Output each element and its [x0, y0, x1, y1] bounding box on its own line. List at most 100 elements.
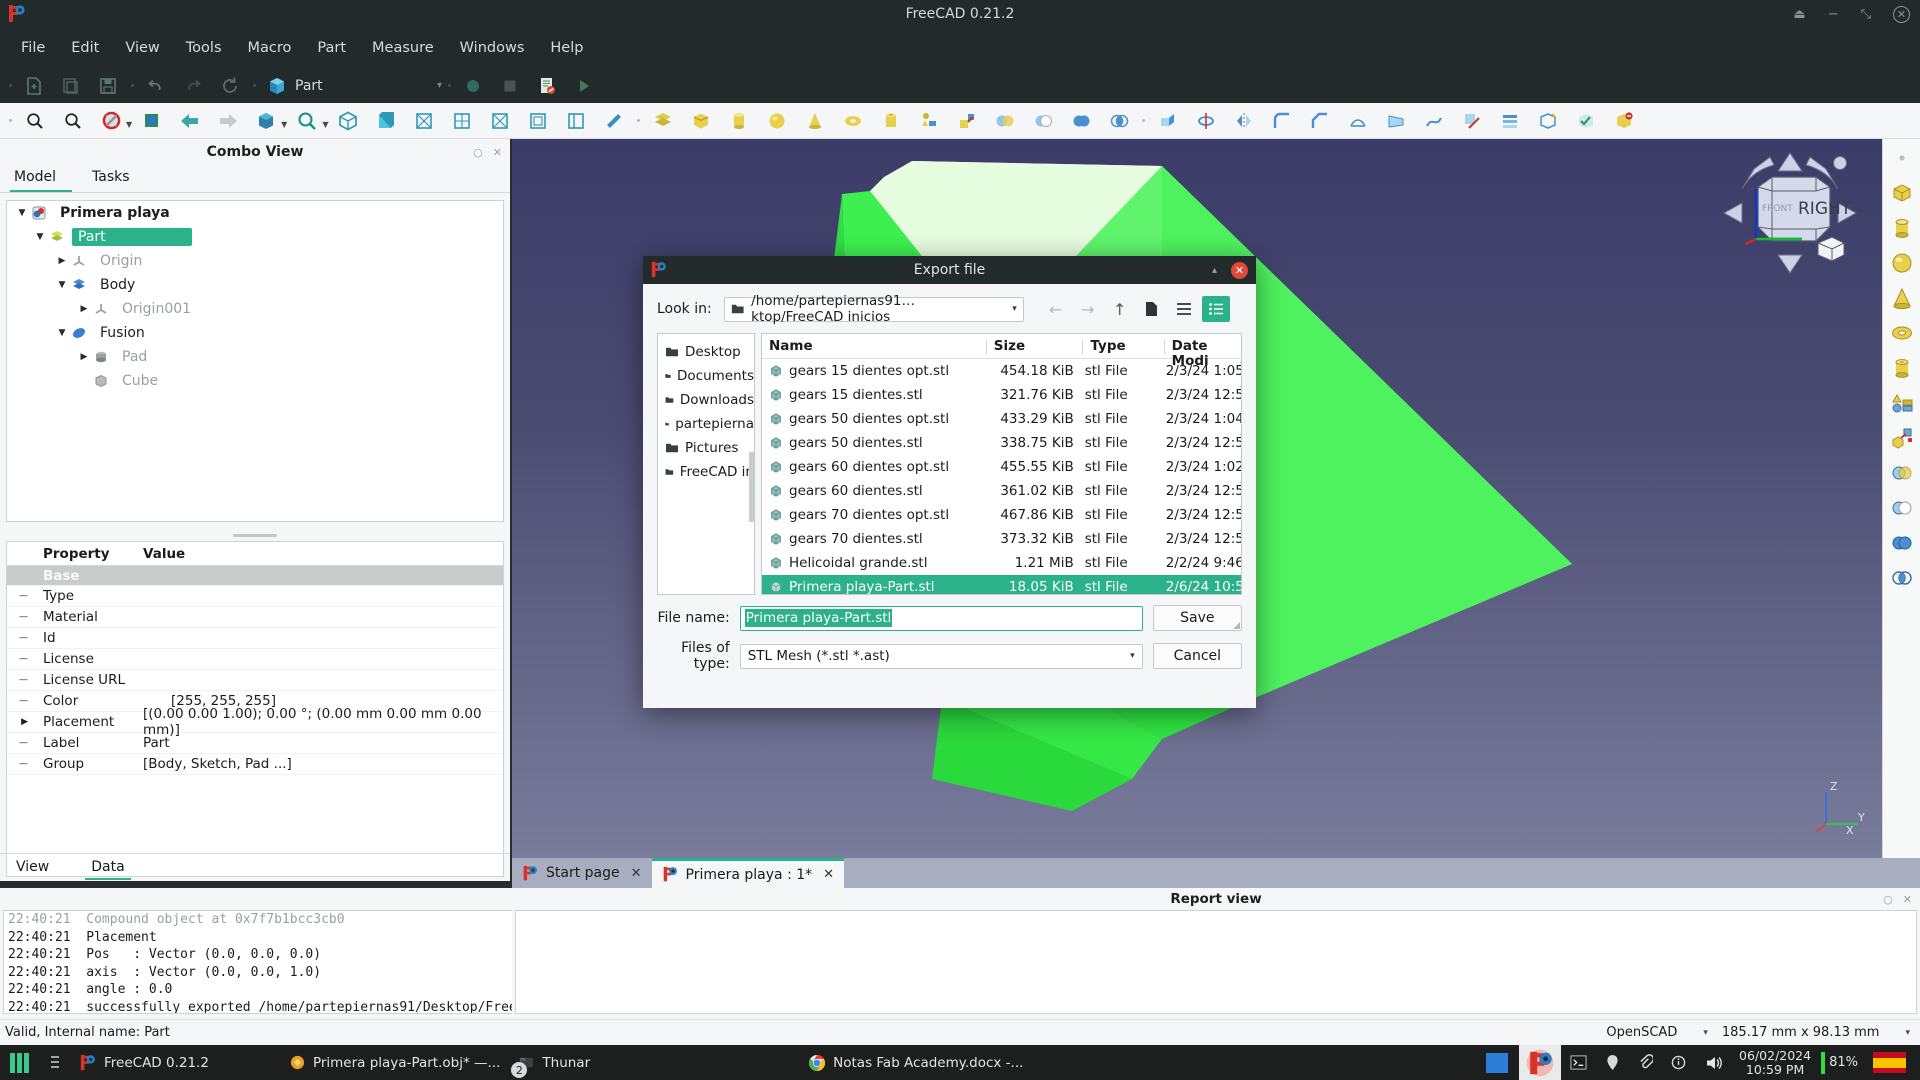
- directory-path-combo[interactable]: /home/partepiernas91…ktop/FreeCAD inicio…: [723, 293, 1024, 325]
- terminal-tray-icon[interactable]: [1561, 1045, 1596, 1080]
- place-desktop[interactable]: Desktop: [658, 340, 754, 364]
- chevron-right-icon[interactable]: ▶: [7, 717, 33, 727]
- taskbar-clock[interactable]: 06/02/2024 10:59 PM: [1733, 1048, 1817, 1077]
- tree-item-fusion[interactable]: ▼ Fusion: [7, 321, 503, 345]
- tab-tasks[interactable]: Tasks: [88, 166, 146, 192]
- chevron-right-icon[interactable]: ▶: [55, 256, 69, 266]
- tab-model[interactable]: Model: [10, 166, 73, 192]
- common-icon[interactable]: [1101, 105, 1137, 137]
- places-scrollbar[interactable]: [749, 452, 754, 522]
- zoom-fit-icon[interactable]: [17, 105, 53, 137]
- mirror-icon[interactable]: [1226, 105, 1262, 137]
- tree-item-origin[interactable]: ▶ Origin: [7, 249, 503, 273]
- part-cone-icon[interactable]: [1889, 285, 1915, 311]
- part-cylinder-icon[interactable]: [1889, 215, 1915, 241]
- location-tray-icon[interactable]: [1596, 1045, 1629, 1080]
- new-document-icon[interactable]: [17, 71, 51, 101]
- place-downloads[interactable]: Downloads: [658, 388, 754, 412]
- chamfer-icon[interactable]: [1302, 105, 1338, 137]
- back-button[interactable]: ←: [1042, 296, 1070, 322]
- revolve-icon[interactable]: [1188, 105, 1224, 137]
- part-torus-icon[interactable]: [1889, 320, 1915, 346]
- chevron-down-icon[interactable]: ▼: [126, 120, 132, 129]
- chevron-down-icon[interactable]: ▾: [1012, 304, 1017, 314]
- panel-splitter[interactable]: [233, 534, 277, 537]
- forward-button[interactable]: →: [1074, 296, 1102, 322]
- chevron-down-icon[interactable]: ▼: [55, 328, 69, 338]
- window-list-icon[interactable]: [40, 1045, 70, 1080]
- column-header-date[interactable]: Date Modi: [1163, 338, 1241, 368]
- tree-item-primera-playa[interactable]: ▼ Primera playa: [7, 201, 503, 225]
- draw-style-icon[interactable]: [93, 105, 129, 137]
- info-tray-icon[interactable]: [1662, 1045, 1695, 1080]
- chevron-down-icon[interactable]: ▼: [15, 208, 29, 218]
- taskbar-window-thumb[interactable]: [1475, 1045, 1519, 1080]
- menu-measure[interactable]: Measure: [359, 35, 447, 61]
- isometric-view-icon[interactable]: [330, 105, 366, 137]
- extrude-icon[interactable]: [1150, 105, 1186, 137]
- part-box-icon[interactable]: [683, 105, 719, 137]
- taskbar-item-thunar[interactable]: 2 Thunar: [509, 1045, 599, 1080]
- file-row[interactable]: gears 50 dientes.stl 338.75 KiB stl File…: [762, 431, 1241, 455]
- view-toolbar-handle[interactable]: [6, 119, 15, 122]
- chevron-down-icon[interactable]: ▼: [55, 280, 69, 290]
- file-row[interactable]: gears 70 dientes.stl 373.32 KiB stl File…: [762, 527, 1241, 551]
- defeaturing-icon[interactable]: [1606, 105, 1642, 137]
- report-view-log-left[interactable]: 22:40:21 Compound object at 0x7f7b1bcc3c…: [3, 910, 512, 1014]
- forward-arrow-icon[interactable]: [210, 105, 246, 137]
- filename-input[interactable]: Primera playa-Part.stl: [739, 605, 1143, 631]
- property-editor[interactable]: Property Value Base — Type — Material — …: [6, 541, 504, 877]
- file-row[interactable]: gears 60 dientes.stl 361.02 KiB stl File…: [762, 479, 1241, 503]
- dimension-readout[interactable]: 185.17 mm x 98.13 mm ▾: [1722, 1025, 1910, 1040]
- part-primitives-icon[interactable]: [911, 105, 947, 137]
- part-torus-icon[interactable]: [835, 105, 871, 137]
- cut-icon[interactable]: [1025, 105, 1061, 137]
- menu-tools[interactable]: Tools: [173, 35, 235, 61]
- property-row-license-url[interactable]: — License URL: [7, 670, 503, 691]
- tree-item-body[interactable]: ▼ Body: [7, 273, 503, 297]
- file-list[interactable]: Name Size Type Date Modi gears 15 diente…: [761, 333, 1242, 595]
- union-icon[interactable]: [1889, 530, 1915, 556]
- document-tab-start-page[interactable]: Start page ✕: [512, 858, 652, 888]
- menu-edit[interactable]: Edit: [58, 35, 112, 61]
- property-row-placement[interactable]: ▶ Placement [(0.00 0.00 1.00); 0.00 °; (…: [7, 706, 503, 738]
- taskbar-active-app-freecad[interactable]: [1519, 1045, 1562, 1080]
- menu-view[interactable]: View: [112, 35, 172, 61]
- cut-icon[interactable]: [1889, 495, 1915, 521]
- close-panel-icon[interactable]: ✕: [493, 146, 502, 159]
- new-folder-button[interactable]: [1138, 296, 1166, 322]
- chevron-right-icon[interactable]: ▶: [77, 304, 91, 314]
- dialog-close-button[interactable]: ✕: [1231, 261, 1248, 279]
- sweep-icon[interactable]: [1416, 105, 1452, 137]
- report-view-log[interactable]: [515, 910, 1917, 1014]
- property-row-material[interactable]: — Material: [7, 607, 503, 628]
- close-tab-icon[interactable]: ✕: [823, 867, 834, 882]
- column-header-size[interactable]: Size: [985, 338, 1083, 354]
- macro-execute-icon[interactable]: [567, 71, 601, 101]
- chevron-right-icon[interactable]: ▶: [77, 352, 91, 362]
- file-row[interactable]: gears 15 dientes opt.stl 454.18 KiB stl …: [762, 359, 1241, 383]
- part-cone-icon[interactable]: [797, 105, 833, 137]
- macro-record-icon[interactable]: [456, 71, 490, 101]
- rear-view-icon[interactable]: [482, 105, 518, 137]
- boolean-icon[interactable]: [1889, 460, 1915, 486]
- tab-data[interactable]: Data: [85, 856, 131, 880]
- open-document-icon[interactable]: [54, 71, 88, 101]
- part-shapebuilder-icon[interactable]: [1889, 425, 1915, 451]
- property-group-base[interactable]: Base: [7, 566, 503, 586]
- tree-item-pad[interactable]: ▶ Pad: [7, 345, 503, 369]
- measure-icon[interactable]: [596, 105, 632, 137]
- part-tube-icon[interactable]: [873, 105, 909, 137]
- top-view-icon[interactable]: [406, 105, 442, 137]
- chevron-down-icon[interactable]: ▾: [437, 80, 442, 91]
- common-icon[interactable]: [1889, 565, 1915, 591]
- save-button[interactable]: Save: [1152, 605, 1242, 631]
- export-file-dialog[interactable]: Export file ▴ ✕ Look in: /home/partepier…: [643, 256, 1256, 708]
- maximize-button[interactable]: ⤡: [1861, 8, 1871, 21]
- place-pictures[interactable]: Pictures: [658, 436, 754, 460]
- file-row[interactable]: gears 50 dientes opt.stl 433.29 KiB stl …: [762, 407, 1241, 431]
- macro-edit-icon[interactable]: [530, 71, 564, 101]
- file-row-selected[interactable]: Primera playa-Part.stl 18.05 KiB stl Fil…: [762, 575, 1241, 594]
- bottom-view-icon[interactable]: [520, 105, 556, 137]
- part-shapebuilder-icon[interactable]: [949, 105, 985, 137]
